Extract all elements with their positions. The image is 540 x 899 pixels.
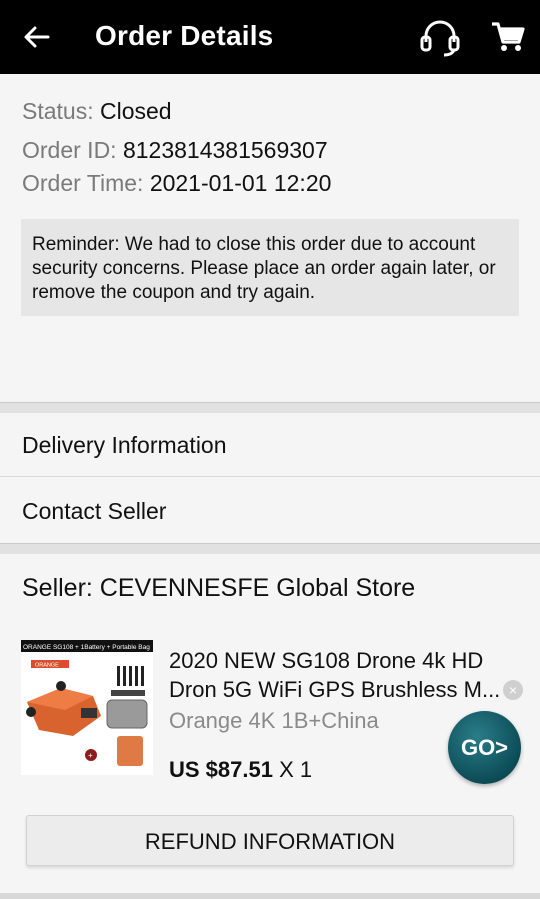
go-floating-button[interactable]: GO> bbox=[448, 711, 521, 784]
delivery-information-item[interactable]: Delivery Information bbox=[0, 413, 540, 477]
page-title: Order Details bbox=[95, 20, 274, 51]
headset-support-icon[interactable] bbox=[418, 18, 462, 58]
bottom-divider bbox=[0, 893, 540, 899]
section-divider bbox=[0, 402, 540, 413]
header-bar: Order Details bbox=[0, 0, 540, 74]
refund-information-button[interactable]: REFUND INFORMATION bbox=[26, 815, 514, 866]
product-title-line-2: Dron 5G WiFi GPS Brushless M... bbox=[169, 677, 501, 702]
product-price: US $87.51 bbox=[169, 757, 273, 782]
product-title[interactable]: 2020 NEW SG108 Drone 4k HD Dron 5G WiFi … bbox=[169, 646, 509, 704]
product-title-line-1: 2020 NEW SG108 Drone 4k HD bbox=[169, 648, 484, 673]
order-time-label: Order Time: bbox=[22, 170, 144, 196]
reminder-notice: Reminder: We had to close this order due… bbox=[21, 219, 519, 316]
contact-seller-item[interactable]: Contact Seller bbox=[0, 479, 540, 543]
price-line: US $87.51 X 1 bbox=[169, 757, 312, 783]
svg-text:+: + bbox=[88, 751, 93, 760]
section-divider bbox=[0, 543, 540, 554]
order-id-value: 8123814381569307 bbox=[122, 137, 328, 163]
order-id-row: Order ID: 8123814381569307 bbox=[22, 137, 328, 164]
close-icon[interactable]: × bbox=[503, 680, 523, 700]
status-label: Status: bbox=[22, 98, 94, 124]
thumb-tag-text: ORANGE bbox=[35, 663, 59, 669]
seller-name[interactable]: Seller: CEVENNESFE Global Store bbox=[22, 574, 415, 603]
product-quantity: X 1 bbox=[279, 757, 313, 782]
back-arrow-icon[interactable] bbox=[22, 22, 52, 52]
cart-icon[interactable] bbox=[490, 20, 526, 54]
status-value: Closed bbox=[100, 98, 172, 124]
order-time-value: 2021-01-01 12:20 bbox=[149, 170, 332, 196]
product-thumbnail[interactable]: ORANGE SG108 + 1Battery + Portable Bag O… bbox=[21, 640, 153, 775]
product-variant: Orange 4K 1B+China bbox=[169, 708, 379, 733]
thumb-caption-text: ORANGE SG108 + 1Battery + Portable Bag bbox=[23, 644, 150, 651]
order-time-row: Order Time: 2021-01-01 12:20 bbox=[22, 170, 331, 197]
status-row: Status: Closed bbox=[22, 98, 172, 125]
order-id-label: Order ID: bbox=[22, 137, 117, 163]
